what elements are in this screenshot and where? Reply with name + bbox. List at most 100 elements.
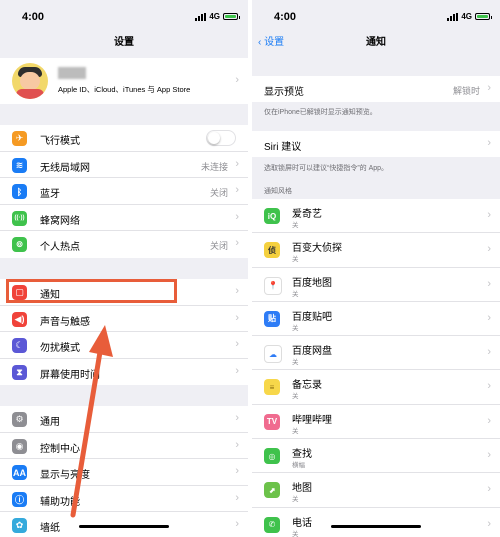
- settings-row-moon[interactable]: ☾ 勿扰模式 ›: [0, 332, 248, 359]
- battery-icon: [223, 13, 240, 20]
- cellular-icon: ((·)): [12, 210, 27, 226]
- app-notification-row[interactable]: 侦百变大侦探关 ›: [252, 233, 500, 268]
- chevron-right-icon: ›: [235, 74, 239, 86]
- app-name: 备忘录: [292, 380, 322, 392]
- settings-row-label: 显示与亮度: [40, 470, 90, 481]
- siri-suggestions-label: Siri 建议: [264, 142, 302, 153]
- status-time: 4:00: [22, 11, 45, 23]
- bluetooth-icon: ᛒ: [12, 184, 27, 199]
- chevron-right-icon: ›: [235, 184, 239, 196]
- chevron-right-icon: ›: [235, 412, 239, 424]
- app-notification-row[interactable]: iQ 爱奇艺关 ›: [252, 199, 500, 234]
- settings-row-value: 未连接: [200, 161, 228, 172]
- show-previews-row[interactable]: 显示预览 解锁时 ›: [252, 76, 500, 102]
- settings-row-bluetooth[interactable]: ᛒ 蓝牙 关闭 ›: [0, 178, 248, 205]
- wifi-icon: ≋: [12, 157, 27, 173]
- settings-row-label: 通用: [40, 417, 60, 428]
- settings-row-control-center[interactable]: ◉ 控制中心 ›: [0, 433, 248, 459]
- notes-icon: ≡: [264, 379, 280, 396]
- settings-row-wifi[interactable]: ≋ 无线局域网 未连接 ›: [0, 152, 248, 178]
- app-notification-status: 关: [292, 530, 299, 537]
- chevron-left-icon: ‹: [258, 37, 262, 48]
- chevron-right-icon: ›: [487, 517, 491, 530]
- notifications-screen: 4:00 4G ‹ 设置 通知 显示预览 解锁时 › 仅在iPhone已解锁时显…: [252, 0, 500, 537]
- app-name: 百度网盘: [292, 346, 332, 358]
- app-notification-row[interactable]: ⬈ 地图关 ›: [252, 473, 500, 508]
- chevron-right-icon: ›: [235, 338, 239, 350]
- chevron-right-icon: ›: [235, 210, 239, 223]
- hotspot-icon: ⊚: [12, 237, 27, 252]
- page-title: 通知: [366, 37, 386, 48]
- bilibili-icon: TV: [264, 413, 280, 430]
- app-name: 百度地图: [292, 277, 332, 289]
- home-indicator[interactable]: [79, 525, 169, 528]
- chevron-right-icon: ›: [235, 364, 239, 377]
- chevron-right-icon: ›: [235, 285, 239, 297]
- app-notification-row[interactable]: ✆ 电话关 ›: [252, 508, 500, 537]
- settings-row-hotspot[interactable]: ⊚ 个人热点 关闭 ›: [0, 231, 248, 258]
- app-name: 查找: [292, 449, 312, 461]
- chevron-right-icon: ›: [487, 209, 491, 221]
- app-notification-row[interactable]: ≡ 备忘录关 ›: [252, 370, 500, 405]
- nav-bar: 设置: [0, 32, 248, 54]
- hourglass-icon: ⧗: [12, 364, 27, 380]
- settings-row-value: 关闭: [209, 241, 228, 251]
- app-notification-status: 关: [292, 496, 299, 504]
- airplane-mode-toggle[interactable]: [206, 130, 236, 146]
- settings-row-label: 辅助功能: [40, 496, 80, 508]
- settings-row-label: 屏幕使用时间: [40, 369, 100, 381]
- settings-row-label: 蓝牙: [40, 189, 60, 200]
- status-time: 4:00: [274, 11, 297, 23]
- battery-icon: [475, 13, 492, 20]
- settings-row-label: 墙纸: [40, 523, 60, 534]
- settings-row-label: 无线局域网: [40, 162, 90, 174]
- chevron-right-icon: ›: [487, 311, 491, 324]
- app-notification-row[interactable]: ◎ 查找 横幅 ›: [252, 439, 500, 474]
- settings-row-accessibility[interactable]: ⓘ 辅助功能 ›: [0, 486, 248, 512]
- accessibility-icon: ⓘ: [12, 491, 27, 507]
- apple-id-profile-row[interactable]: Apple ID、iCloud、iTunes 与 App Store ›: [0, 58, 248, 104]
- baidu-netdisk-icon: ☁: [264, 345, 282, 364]
- chevron-right-icon: ›: [235, 438, 239, 451]
- chevron-right-icon: ›: [487, 414, 491, 427]
- app-notification-row[interactable]: 贴百度贴吧关 ›: [252, 302, 500, 337]
- profile-name-blurred: [58, 67, 86, 79]
- settings-row-sound[interactable]: ◀) 声音与触感 ›: [0, 306, 248, 332]
- app-notification-status: 关: [292, 324, 299, 332]
- app-notification-row[interactable]: ☁ 百度网盘关 ›: [252, 336, 500, 371]
- app-notification-status: 关: [292, 427, 299, 435]
- chevron-right-icon: ›: [487, 277, 491, 290]
- settings-screen: 4:00 4G 设置 Apple ID、iCloud、iTunes 与 App …: [0, 0, 248, 537]
- settings-row-airplane[interactable]: ✈ 飞行模式: [0, 125, 248, 152]
- settings-row-label: 声音与触感: [40, 316, 90, 328]
- settings-row-display[interactable]: AA 显示与亮度 ›: [0, 459, 248, 486]
- siri-suggestions-row[interactable]: Siri 建议 ›: [252, 131, 500, 157]
- baidu-map-icon: 📍: [264, 276, 282, 295]
- app-notification-status: 关: [292, 290, 299, 298]
- app-notification-row[interactable]: 📍 百度地图关 ›: [252, 268, 500, 302]
- preview-group: 显示预览 解锁时 ›: [252, 76, 500, 102]
- app-name: 电话: [292, 517, 312, 529]
- app-notification-row[interactable]: TV 哔哩哔哩关 ›: [252, 405, 500, 440]
- chevron-right-icon: ›: [235, 518, 239, 530]
- back-button[interactable]: ‹ 设置: [258, 32, 284, 54]
- settings-row-gear[interactable]: ⚙ 通用 ›: [0, 406, 248, 433]
- siri-group: Siri 建议 ›: [252, 131, 500, 157]
- preview-note: 仅在iPhone已解锁时显示通知预览。: [264, 109, 377, 116]
- gear-icon: ⚙: [12, 412, 27, 427]
- show-previews-value: 解锁时: [452, 86, 480, 96]
- app-name: 百度贴吧: [292, 311, 332, 323]
- status-bar: 4:00 4G: [252, 0, 500, 32]
- chevron-right-icon: ›: [487, 346, 491, 359]
- home-indicator[interactable]: [331, 525, 421, 528]
- network-type: 4G: [209, 12, 220, 21]
- chevron-right-icon: ›: [235, 311, 239, 324]
- find-my-icon: ◎: [264, 448, 280, 465]
- settings-row-label: 个人热点: [40, 242, 80, 253]
- settings-row-hourglass[interactable]: ⧗ 屏幕使用时间 ›: [0, 359, 248, 386]
- chevron-right-icon: ›: [235, 465, 239, 477]
- app-notification-status: 关: [292, 222, 299, 229]
- settings-row-cellular[interactable]: ((·)) 蜂窝网络 ›: [0, 205, 248, 231]
- network-type: 4G: [461, 12, 472, 21]
- page-title: 设置: [114, 37, 134, 48]
